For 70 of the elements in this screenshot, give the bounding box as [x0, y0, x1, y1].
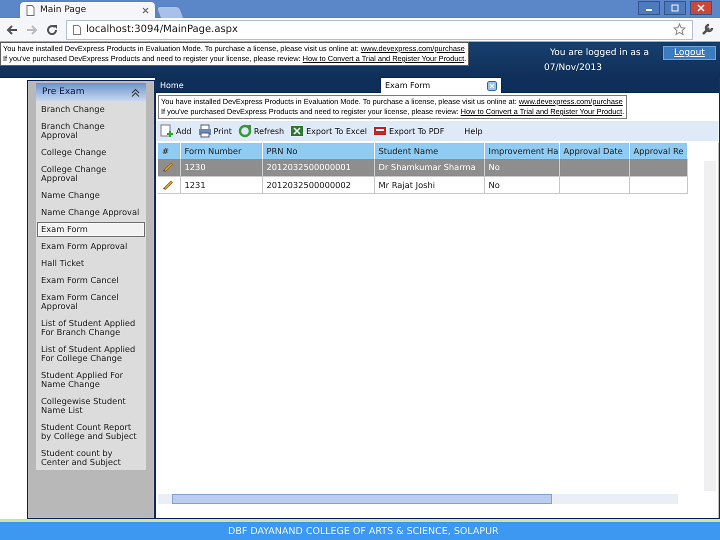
address-field[interactable]: localhost:3094/MainPage.aspx — [66, 20, 693, 40]
column-header[interactable]: PRN No — [262, 143, 374, 159]
table-cell: No — [488, 162, 500, 172]
minimize-button[interactable] — [638, 1, 660, 15]
column-header[interactable]: Approval Date — [559, 143, 629, 159]
close-icon — [697, 4, 705, 12]
collapse-icon[interactable] — [131, 88, 140, 96]
close-icon[interactable] — [487, 80, 497, 90]
table-cell: No — [488, 180, 500, 190]
add-icon — [160, 124, 174, 138]
menu-item[interactable]: Exam Form Approval — [37, 239, 145, 254]
menu-item[interactable]: College Change Approval — [37, 162, 145, 186]
table-cell: 1230 — [184, 162, 206, 172]
toolbar-button[interactable]: Export To PDF — [373, 124, 444, 138]
footer-text: DBF DAYANAND COLLEGE OF ARTS & SCIENCE, SOLAPUR — [228, 526, 499, 536]
toolbar-button[interactable]: Print — [198, 124, 232, 138]
group-header[interactable]: Pre Exam — [36, 83, 146, 101]
column-header[interactable]: Student Name — [374, 143, 484, 159]
menu-item[interactable]: Student count by Center and Subject — [37, 446, 145, 470]
tab[interactable]: Home — [156, 78, 271, 93]
tab-title: Main Page — [40, 5, 86, 15]
table-cell: 1231 — [184, 180, 206, 190]
maximize-button[interactable] — [664, 1, 686, 15]
menu-item[interactable]: Student Applied For Name Change — [37, 368, 145, 392]
table-cell: Dr Shamkumar Sharma — [378, 162, 476, 172]
menu-item[interactable]: List of Student Applied For College Change — [37, 342, 145, 366]
menu-item[interactable]: Name Change Approval — [37, 205, 145, 220]
column-header[interactable]: Form Number — [180, 143, 262, 159]
menu-item[interactable]: Exam Form Cancel — [37, 273, 145, 288]
pencil-icon[interactable] — [162, 160, 174, 172]
menu-item[interactable]: Branch Change Approval — [37, 119, 145, 143]
menu-item[interactable]: Collegewise Student Name List — [37, 394, 145, 418]
table-cell: 2012032500000002 — [266, 180, 351, 190]
close-icon[interactable] — [142, 6, 149, 14]
page-icon — [26, 4, 35, 16]
refresh-icon — [238, 124, 252, 138]
toolbar-button[interactable]: Refresh — [238, 124, 284, 138]
column-header[interactable]: Improvement Ha — [484, 143, 559, 159]
logout-button[interactable]: Logout — [662, 46, 716, 60]
menu-item[interactable]: Student Count Report by College and Subject — [37, 420, 145, 444]
table-cell: 2012032500000001 — [266, 162, 351, 172]
printer-icon — [198, 124, 212, 138]
menu-item[interactable]: Branch Change — [37, 102, 145, 117]
page-icon — [73, 24, 81, 34]
table-cell: Mr Rajat Joshi — [378, 180, 436, 190]
browser-tab[interactable]: Main Page — [20, 2, 155, 18]
column-header[interactable]: # — [158, 143, 180, 159]
back-icon[interactable] — [6, 24, 18, 36]
menu-item[interactable]: List of Student Applied For Branch Change — [37, 316, 145, 340]
column-header[interactable]: Approval Re — [629, 143, 688, 159]
reload-icon[interactable] — [46, 24, 58, 36]
toolbar-button[interactable]: Help — [464, 126, 483, 136]
maximize-icon — [671, 4, 679, 12]
menu-item[interactable]: Exam Form — [37, 222, 145, 237]
close-window-button[interactable] — [690, 1, 712, 15]
tab[interactable]: Exam Form — [381, 78, 501, 93]
wrench-icon[interactable] — [701, 23, 714, 36]
spreadsheet-icon — [290, 124, 304, 138]
menu-item[interactable]: Exam Form Cancel Approval — [37, 290, 145, 314]
menu-item[interactable]: Name Change — [37, 188, 145, 203]
date-text: 07/Nov/2013 — [544, 63, 602, 73]
star-icon[interactable] — [673, 23, 686, 36]
toolbar-button[interactable]: Export To Excel — [290, 124, 368, 138]
menu-item[interactable]: College Change — [37, 145, 145, 160]
document-icon — [373, 124, 388, 138]
table-row[interactable]: 1231 2012032500000002 Mr Rajat Joshi No — [158, 176, 688, 193]
scrollbar[interactable] — [158, 494, 678, 504]
toolbar-button[interactable]: Add — [160, 124, 192, 138]
menu-item[interactable]: Hall Ticket — [37, 256, 145, 271]
login-text: You are logged in as a — [550, 48, 649, 58]
